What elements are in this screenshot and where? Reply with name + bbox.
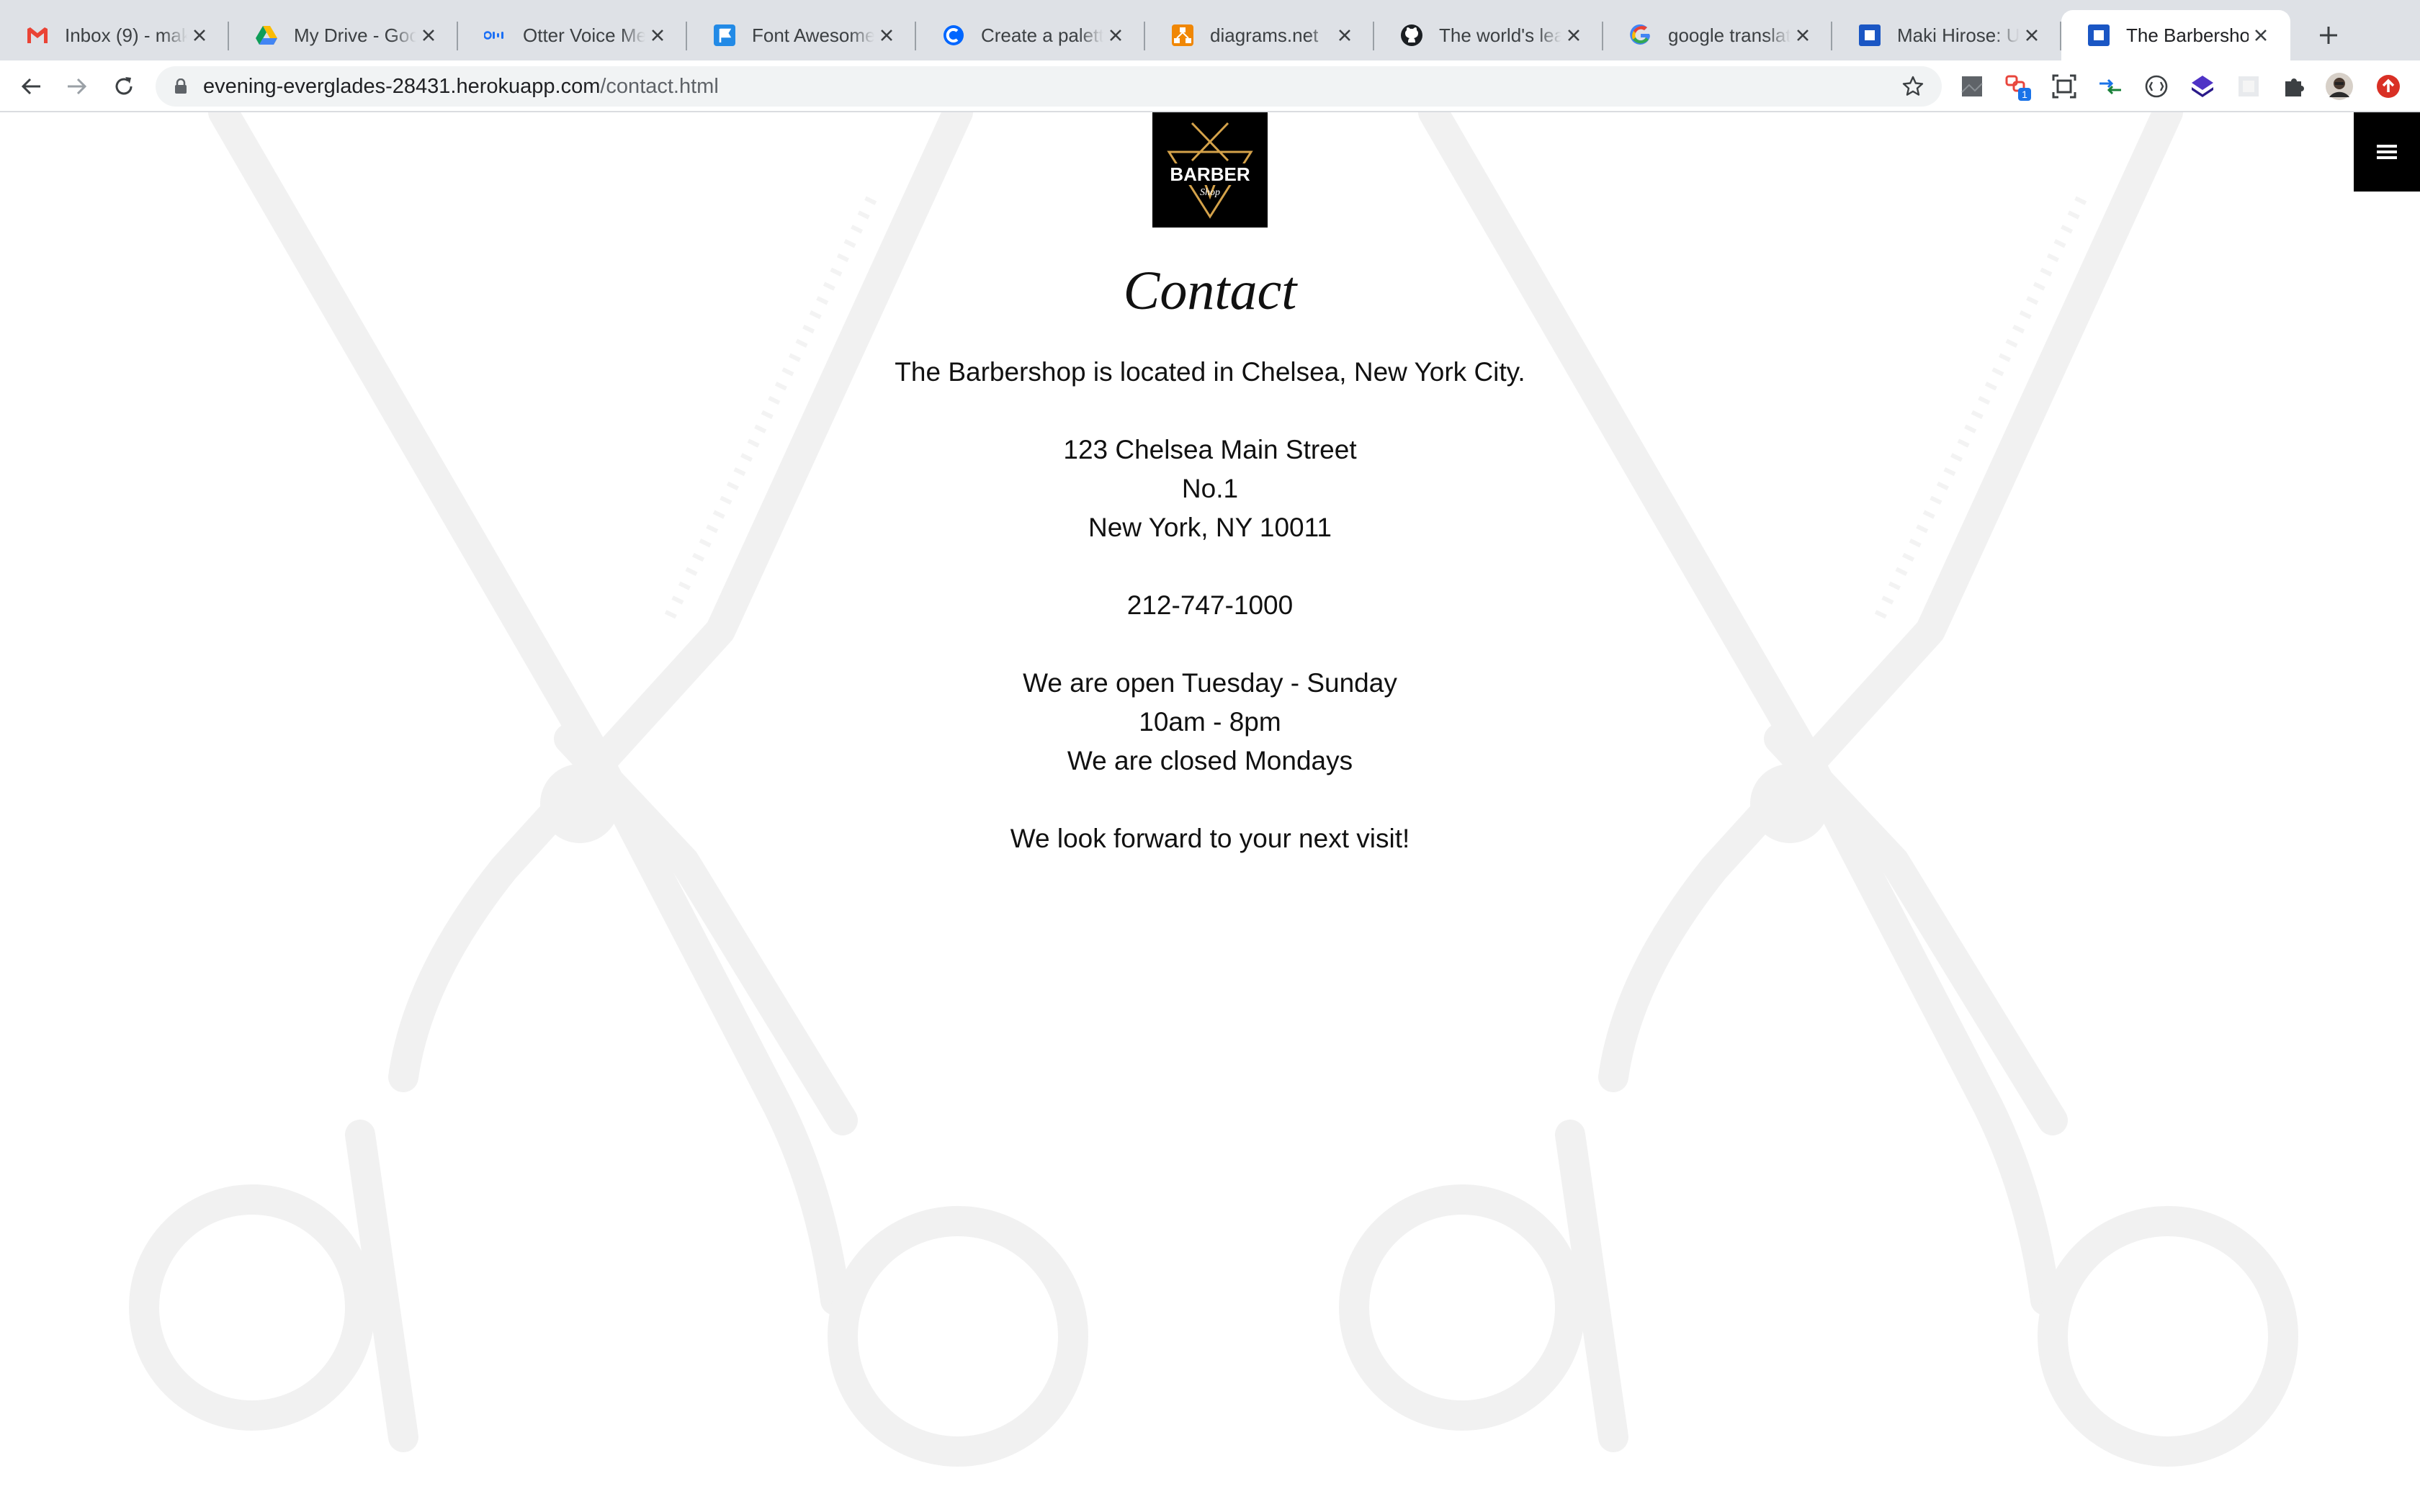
tab-strip: Inbox (9) - making My Drive - Google Dri… [0, 0, 2420, 60]
close-icon[interactable] [187, 23, 212, 48]
tab-title: Otter Voice Meeting Notes [523, 24, 645, 46]
tab-google-drive[interactable]: My Drive - Google Drive [229, 10, 458, 60]
reload-button[interactable] [107, 69, 141, 104]
bookmark-star-icon[interactable] [1900, 73, 1926, 99]
arrow-left-icon [21, 78, 40, 95]
hamburger-icon [2377, 145, 2397, 159]
github-icon [1400, 24, 1423, 47]
tab-coolors[interactable]: Create a palette [916, 10, 1145, 60]
address-line-3: New York, NY 10011 [1088, 513, 1332, 542]
barber-shop-logo[interactable]: BARBER Shop [1152, 112, 1268, 228]
phone-number: 212-747-1000 [1126, 590, 1294, 620]
puzzle-extensions-icon[interactable] [2279, 71, 2311, 102]
url-host: evening-everglades-28431.herokuapp.com [203, 74, 601, 98]
diagrams-icon [1171, 24, 1194, 47]
tab-gmail[interactable]: Inbox (9) - making [0, 10, 229, 60]
new-tab-button[interactable] [2311, 17, 2347, 53]
closing-text: We look forward to your next visit! [1010, 824, 1410, 853]
lock-icon[interactable] [174, 78, 187, 94]
update-icon[interactable] [2372, 71, 2404, 102]
logo-subtitle: Shop [1200, 187, 1220, 198]
close-icon[interactable] [416, 23, 441, 48]
square-icon [2087, 24, 2110, 47]
extension-layers-icon[interactable] [2187, 71, 2218, 102]
url-path: /contact.html [600, 74, 719, 98]
extension-circle-icon[interactable] [2141, 71, 2172, 102]
tab-title: The Barbershop [2126, 24, 2249, 46]
extension-gray-square-icon[interactable] [1956, 71, 1988, 102]
screenshot-icon[interactable] [2048, 71, 2080, 102]
close-icon[interactable] [1103, 23, 1128, 48]
tab-otter[interactable]: Otter Voice Meeting Notes [458, 10, 687, 60]
tab-title: Create a palette [981, 24, 1103, 46]
plus-icon [2320, 27, 2337, 44]
tab-github[interactable]: The world's leading [1374, 10, 1603, 60]
hours-line-2: 10am - 8pm [1139, 707, 1281, 737]
address-bar[interactable]: evening-everglades-28431.herokuapp.com/c… [156, 66, 1942, 107]
address-line-2: No.1 [1181, 474, 1239, 503]
url-text: evening-everglades-28431.herokuapp.com/c… [203, 75, 719, 99]
logo-title: BARBER [1170, 163, 1250, 185]
tab-title: Font Awesome [752, 24, 874, 46]
tab-title: Maki Hirose: UX/UI [1897, 24, 2020, 46]
close-icon[interactable] [1791, 23, 1815, 48]
contact-info: The Barbershop is located in Chelsea, Ne… [0, 353, 2420, 858]
tab-diagrams[interactable]: diagrams.net [1145, 10, 1374, 60]
address-line-1: 123 Chelsea Main Street [1063, 435, 1357, 464]
hamburger-menu-button[interactable] [2354, 112, 2420, 192]
square-icon [1858, 24, 1881, 47]
web-page: BARBER Shop Contact The Barbershop is lo… [0, 112, 2420, 1512]
arrow-right-icon [68, 78, 87, 95]
otter-icon [484, 24, 507, 47]
hours-line-1: We are open Tuesday - Sunday [1023, 668, 1397, 698]
close-icon[interactable] [874, 23, 899, 48]
tab-title: google translate [1668, 24, 1791, 46]
back-button[interactable] [14, 69, 49, 104]
page-title: Contact [1123, 261, 1297, 321]
extension-red-link-icon[interactable]: 1 [2002, 71, 2034, 102]
font-awesome-flag-icon [713, 24, 736, 47]
browser-toolbar: evening-everglades-28431.herokuapp.com/c… [0, 60, 2420, 112]
extension-badge: 1 [2022, 89, 2027, 100]
reload-icon [115, 77, 133, 95]
tab-maki-hirose[interactable]: Maki Hirose: UX/UI [1832, 10, 2061, 60]
location-text: The Barbershop is located in Chelsea, Ne… [895, 357, 1525, 387]
close-icon[interactable] [2020, 23, 2044, 48]
extension-faint-square-icon[interactable] [2233, 71, 2264, 102]
tab-title: The world's leading [1439, 24, 1561, 46]
tab-title: My Drive - Google Drive [294, 24, 416, 46]
tab-google-translate[interactable]: google translate [1603, 10, 1832, 60]
tab-the-barbershop[interactable]: The Barbershop [2061, 10, 2290, 60]
tab-title: diagrams.net [1210, 24, 1319, 46]
coolors-icon [942, 24, 965, 47]
contact-section: Contact The Barbershop is located in Che… [0, 264, 2420, 858]
gmail-icon [26, 24, 49, 47]
google-icon [1629, 24, 1652, 47]
close-icon[interactable] [645, 23, 670, 48]
google-drive-icon [255, 24, 278, 47]
close-icon[interactable] [1561, 23, 1586, 48]
close-icon[interactable] [2249, 23, 2273, 48]
tab-title: Inbox (9) - making [65, 24, 187, 46]
hours-line-3: We are closed Mondays [1067, 746, 1353, 775]
close-icon[interactable] [1332, 23, 1357, 48]
extension-arrows-icon[interactable] [2094, 71, 2126, 102]
forward-button[interactable] [59, 69, 94, 104]
crossed-razors-icon [1191, 122, 1229, 162]
tab-font-awesome[interactable]: Font Awesome [687, 10, 916, 60]
profile-avatar[interactable] [2323, 71, 2355, 102]
